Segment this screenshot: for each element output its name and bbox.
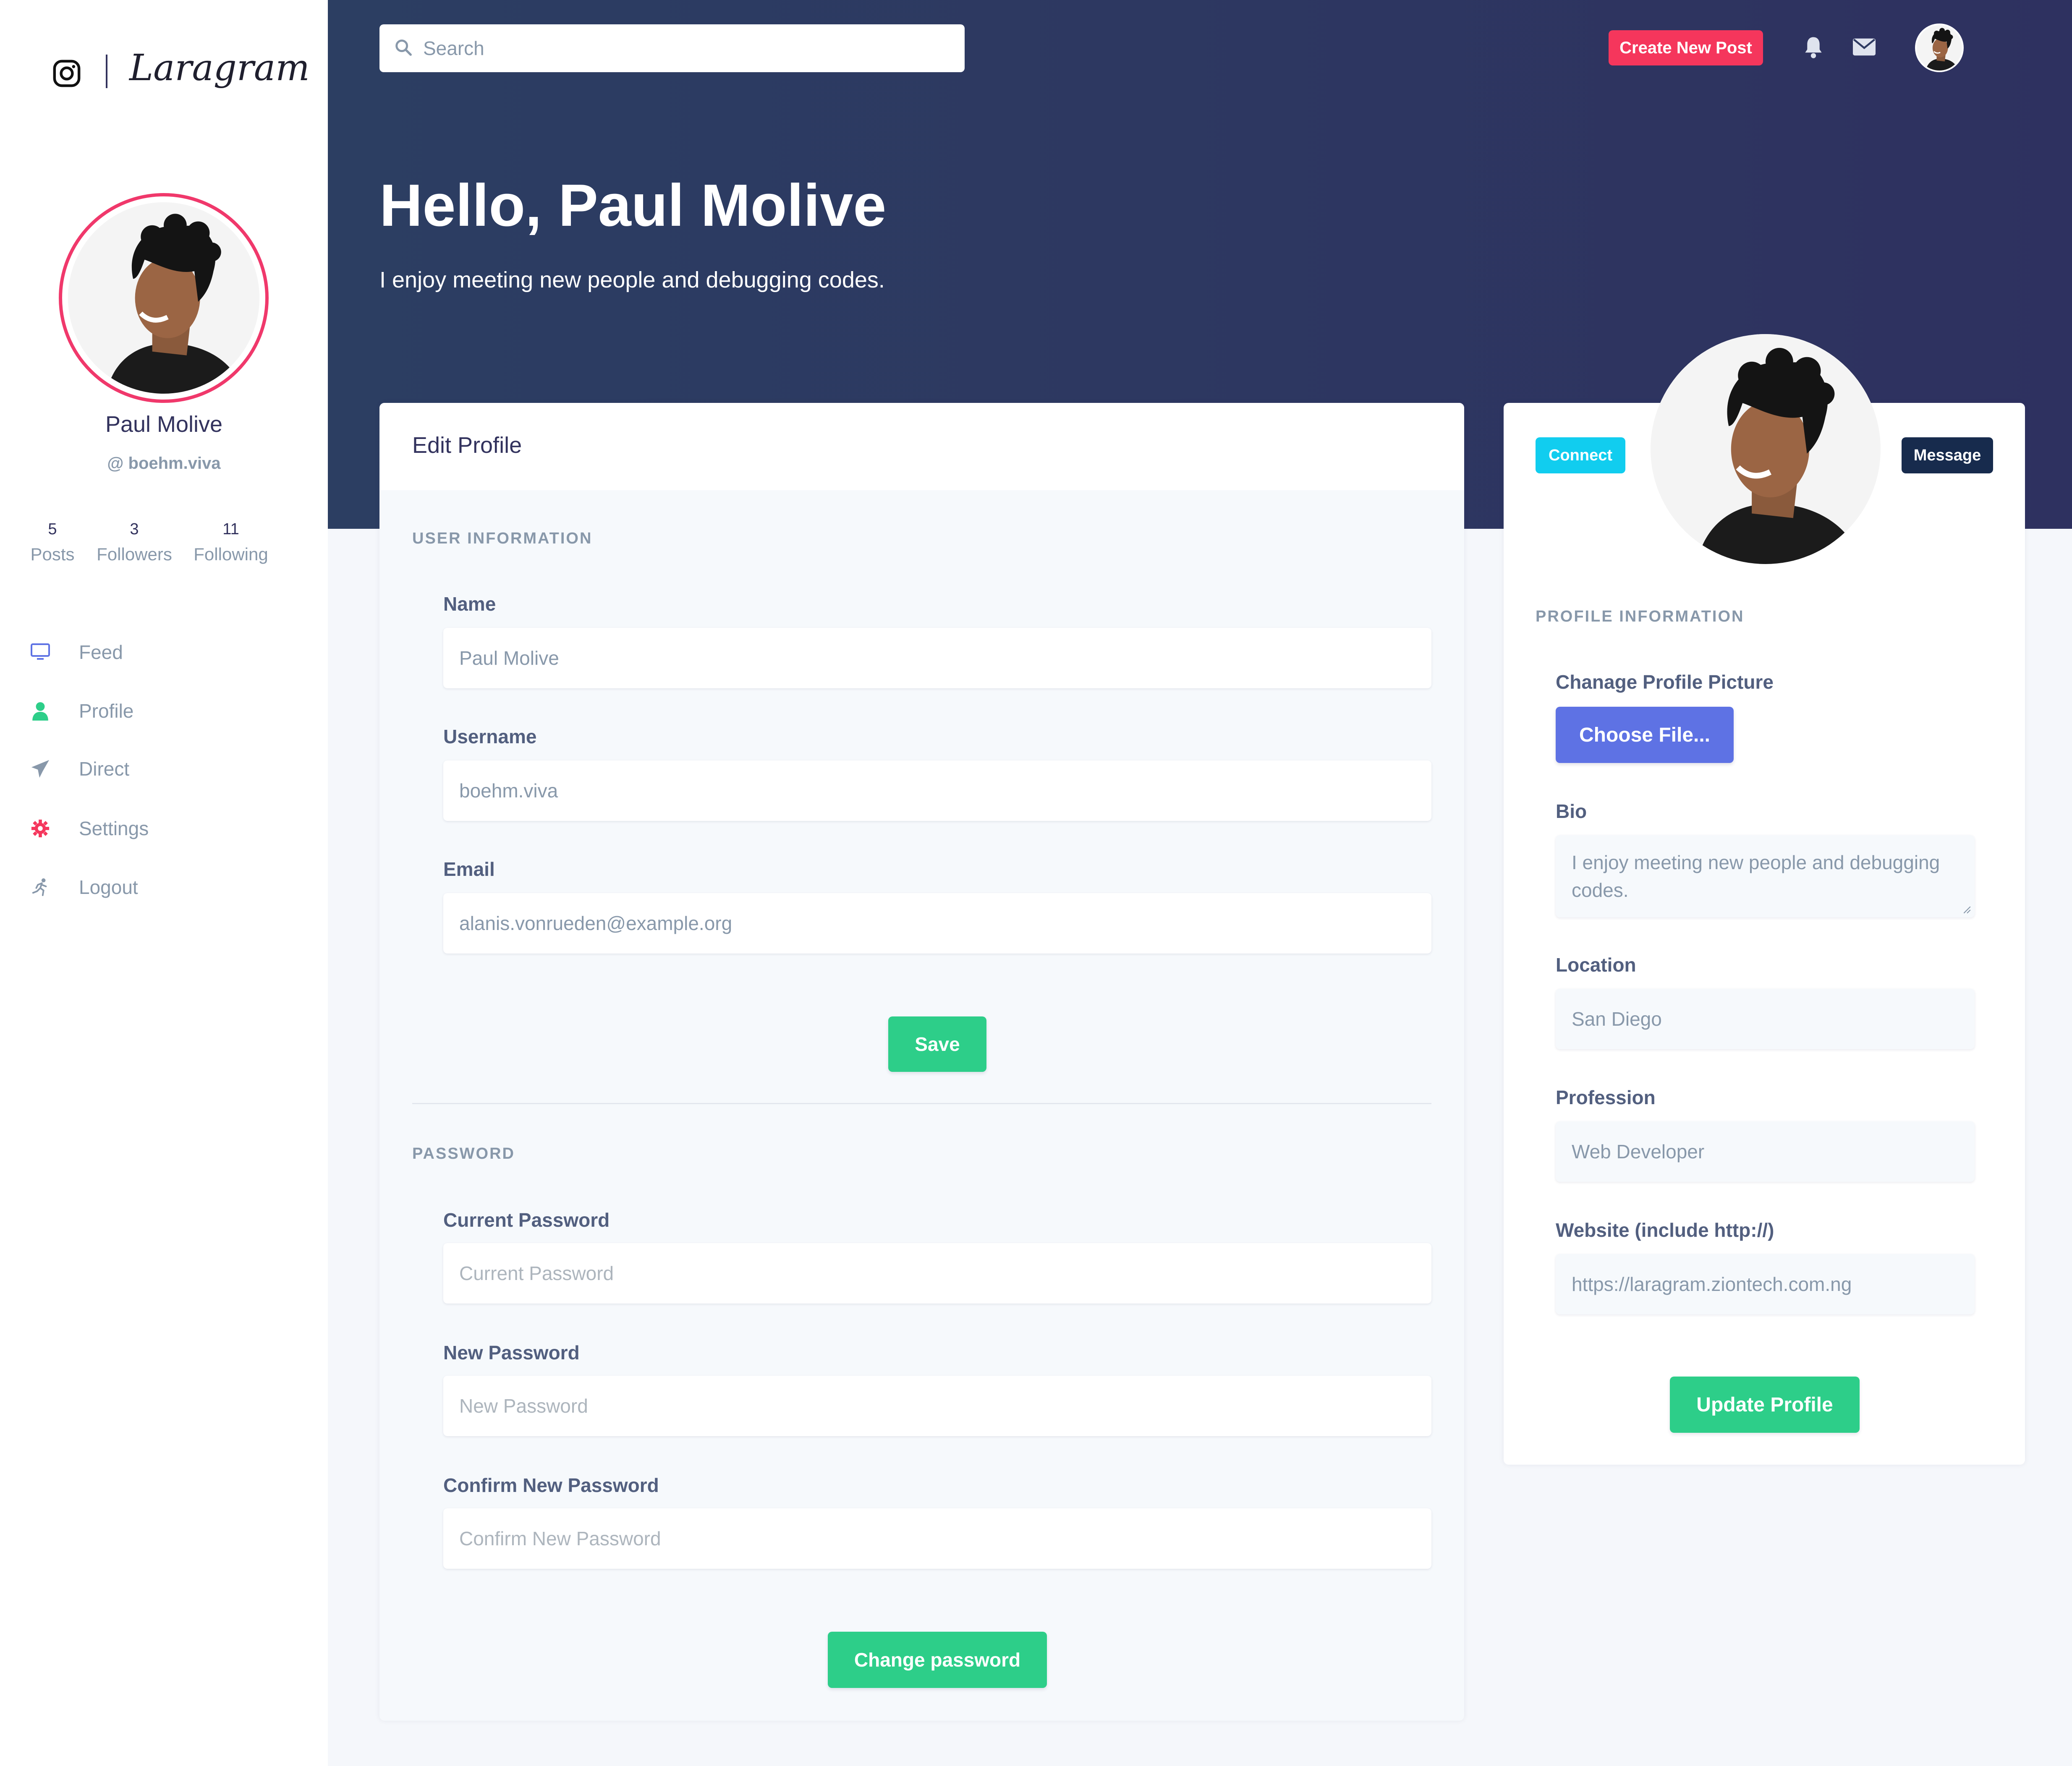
field-label: Email xyxy=(443,858,495,880)
avatar[interactable] xyxy=(59,193,269,403)
stat-value: 5 xyxy=(48,520,57,538)
search-input[interactable]: Search xyxy=(379,24,965,72)
sidebar-item-direct[interactable]: Direct xyxy=(29,752,306,786)
choose-file-button[interactable]: Choose File... xyxy=(1556,707,1734,763)
connect-button[interactable]: Connect xyxy=(1536,437,1625,473)
monitor-icon xyxy=(29,641,51,663)
envelope-icon[interactable] xyxy=(1853,38,1876,56)
sidebar-item-label: Logout xyxy=(79,876,138,898)
running-icon xyxy=(29,876,51,898)
stat-label: Followers xyxy=(97,544,172,564)
current-password-field[interactable]: Current Password xyxy=(443,1243,1431,1304)
avatar[interactable] xyxy=(1915,24,1964,72)
input-placeholder: Current Password xyxy=(459,1262,614,1284)
field-label: Confirm New Password xyxy=(443,1474,659,1496)
sidebar-item-settings[interactable]: Settings xyxy=(29,812,306,845)
avatar[interactable] xyxy=(1651,334,1881,564)
bio-textarea[interactable]: I enjoy meeting new people and debugging… xyxy=(1556,835,1975,917)
input-value: Paul Molive xyxy=(459,647,559,669)
card-title: Edit Profile xyxy=(412,433,522,458)
stat-followers[interactable]: 3 Followers xyxy=(92,520,176,564)
stat-value: 3 xyxy=(130,520,139,538)
stat-label: Following xyxy=(194,544,268,564)
input-value: San Diego xyxy=(1572,1008,1662,1030)
name-field[interactable]: Paul Molive xyxy=(443,628,1431,688)
input-placeholder: Confirm New Password xyxy=(459,1528,661,1549)
website-field[interactable]: https://laragram.ziontech.com.ng xyxy=(1556,1254,1975,1314)
field-label: Chanage Profile Picture xyxy=(1556,671,1774,693)
section-heading: PASSWORD xyxy=(412,1145,515,1163)
confirm-password-field[interactable]: Confirm New Password xyxy=(443,1508,1431,1569)
field-label: Profession xyxy=(1556,1087,1656,1108)
brand-divider xyxy=(106,55,107,88)
input-value: boehm.viva xyxy=(459,780,558,802)
update-profile-button[interactable]: Update Profile xyxy=(1670,1377,1860,1433)
user-icon xyxy=(29,700,51,722)
profession-field[interactable]: Web Developer xyxy=(1556,1121,1975,1182)
stat-posts[interactable]: 5 Posts xyxy=(29,520,76,564)
section-heading: PROFILE INFORMATION xyxy=(1536,608,1745,625)
input-value: https://laragram.ziontech.com.ng xyxy=(1572,1273,1852,1295)
field-label: Website (include http://) xyxy=(1556,1219,1774,1241)
instagram-icon[interactable] xyxy=(52,59,81,88)
sidebar-item-profile[interactable]: Profile xyxy=(29,694,306,728)
username-field[interactable]: boehm.viva xyxy=(443,760,1431,821)
field-label: New Password xyxy=(443,1342,580,1364)
input-value: Web Developer xyxy=(1572,1141,1705,1163)
brand-logo[interactable]: Laragram xyxy=(129,47,310,89)
input-value: I enjoy meeting new people and debugging… xyxy=(1572,852,1940,901)
sidebar-item-label: Settings xyxy=(79,818,149,839)
field-label: Username xyxy=(443,726,537,747)
location-field[interactable]: San Diego xyxy=(1556,989,1975,1049)
sidebar-item-label: Direct xyxy=(79,758,130,780)
paper-plane-icon xyxy=(29,758,51,780)
new-password-field[interactable]: New Password xyxy=(443,1376,1431,1436)
stat-label: Posts xyxy=(30,544,75,564)
field-label: Location xyxy=(1556,954,1636,976)
bell-icon[interactable] xyxy=(1803,36,1824,59)
sidebar-item-label: Profile xyxy=(79,700,134,722)
search-icon xyxy=(394,38,413,59)
hero-tagline: I enjoy meeting new people and debugging… xyxy=(379,267,885,293)
sidebar-item-label: Feed xyxy=(79,641,123,663)
save-button[interactable]: Save xyxy=(888,1016,986,1072)
create-new-post-button[interactable]: Create New Post xyxy=(1609,30,1763,65)
field-label: Bio xyxy=(1556,800,1587,822)
stat-following[interactable]: 11 Following xyxy=(189,520,273,564)
profile-handle: @ boehm.viva xyxy=(107,454,221,473)
email-field[interactable]: alanis.vonrueden@example.org xyxy=(443,893,1431,954)
message-button[interactable]: Message xyxy=(1902,437,1993,473)
input-placeholder: New Password xyxy=(459,1395,588,1417)
search-placeholder: Search xyxy=(423,37,484,59)
gear-icon xyxy=(29,818,51,839)
resize-handle-icon[interactable] xyxy=(1962,905,1971,914)
profile-name: Paul Molive xyxy=(105,412,223,437)
page-title: Hello, Paul Molive xyxy=(379,172,887,239)
change-password-button[interactable]: Change password xyxy=(828,1632,1047,1688)
stat-value: 11 xyxy=(222,520,239,538)
section-divider xyxy=(412,1103,1431,1104)
field-label: Current Password xyxy=(443,1209,610,1231)
section-heading: USER INFORMATION xyxy=(412,530,593,547)
sidebar-item-feed[interactable]: Feed xyxy=(29,635,306,669)
input-value: alanis.vonrueden@example.org xyxy=(459,912,733,934)
field-label: Name xyxy=(443,593,496,615)
sidebar-item-logout[interactable]: Logout xyxy=(29,870,306,904)
card-header xyxy=(379,403,1464,490)
